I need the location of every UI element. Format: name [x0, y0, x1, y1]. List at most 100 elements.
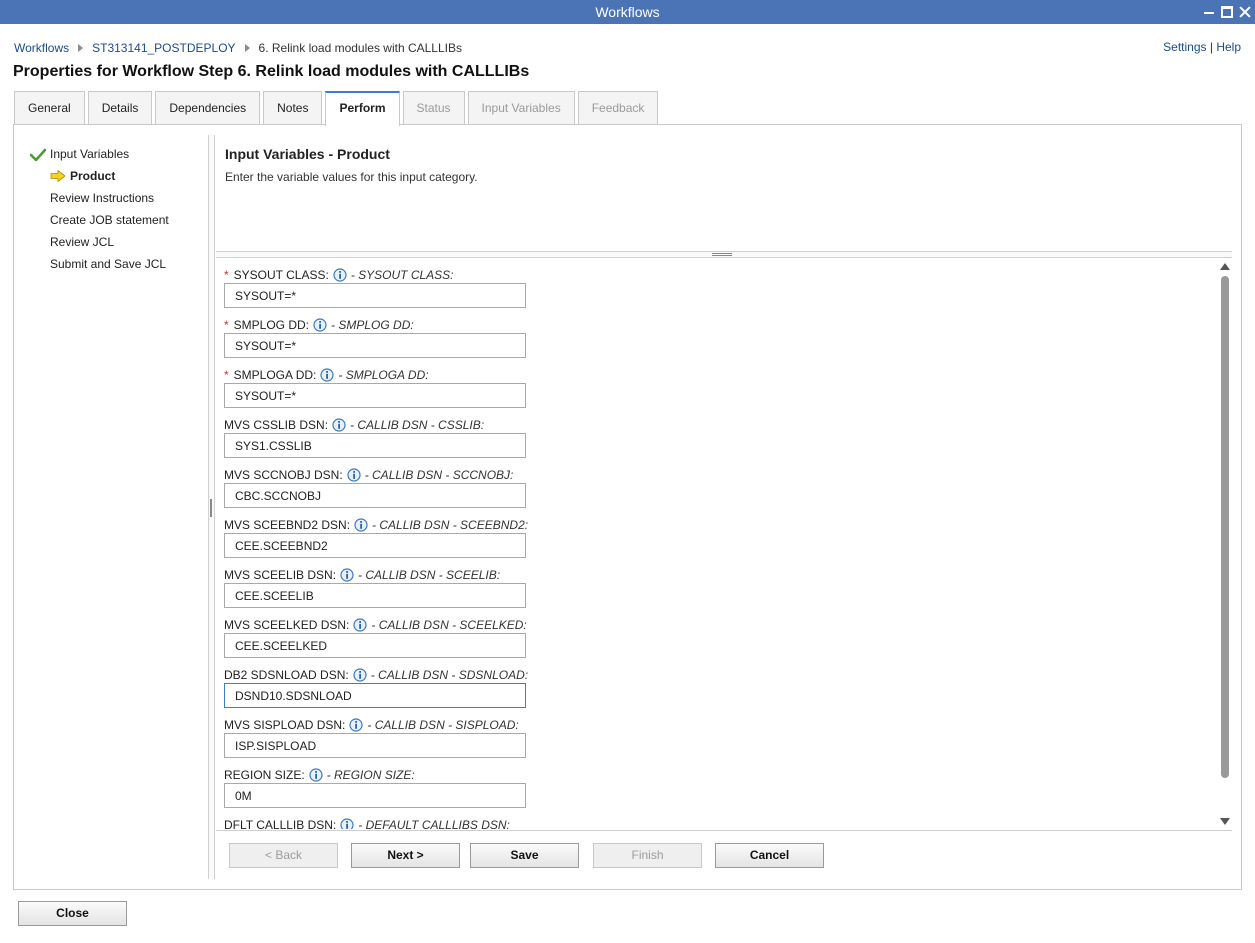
tab-details[interactable]: Details: [87, 91, 153, 125]
window-title: Workflows: [595, 4, 660, 20]
scroll-up-icon[interactable]: [1220, 263, 1230, 270]
variable-label: SMPLOGA DD:: [233, 368, 317, 382]
variable-field: DFLT CALLLIB DSN: - DEFAULT CALLLIBS DSN:: [224, 817, 526, 829]
variable-label: MVS SCEELKED DSN:: [224, 618, 350, 632]
tab-status: Status: [402, 91, 465, 125]
tab-perform[interactable]: Perform: [325, 91, 400, 126]
nav-item-review-instructions[interactable]: Review Instructions: [30, 189, 210, 211]
finish-button: Finish: [593, 843, 702, 868]
breadcrumb-workflows[interactable]: Workflows: [14, 41, 69, 55]
variable-description: - CALLIB DSN - SCEELIB:: [358, 568, 501, 582]
variable-label-row: * SYSOUT CLASS: - SYSOUT CLASS:: [224, 267, 526, 283]
variable-input[interactable]: [224, 333, 526, 358]
vertical-splitter[interactable]: [208, 135, 215, 879]
horizontal-splitter[interactable]: [216, 251, 1232, 258]
info-icon[interactable]: [320, 368, 334, 382]
minimize-icon[interactable]: [1203, 6, 1215, 18]
variable-description: - CALLIB DSN - SCCNOBJ:: [364, 468, 514, 482]
required-marker: *: [224, 318, 229, 332]
next-button[interactable]: Next >: [351, 843, 460, 868]
variable-description: - CALLIB DSN - SISPLOAD:: [367, 718, 519, 732]
splitter-grip-icon: [712, 253, 732, 256]
variable-input[interactable]: [224, 433, 526, 458]
info-icon[interactable]: [353, 618, 367, 632]
info-icon[interactable]: [340, 568, 354, 582]
cancel-button[interactable]: Cancel: [715, 843, 824, 868]
nav-item-label: Submit and Save JCL: [50, 257, 167, 271]
check-icon: [30, 148, 46, 162]
variable-field: MVS SCCNOBJ DSN: - CALLIB DSN - SCCNOBJ:: [224, 467, 526, 508]
info-icon[interactable]: [347, 468, 361, 482]
variable-input[interactable]: [224, 533, 526, 558]
tab-general[interactable]: General: [14, 91, 85, 125]
variable-label-row: MVS SCEELIB DSN: - CALLIB DSN - SCEELIB:: [224, 567, 526, 583]
info-icon[interactable]: [349, 718, 363, 732]
close-button[interactable]: Close: [18, 901, 127, 926]
variable-label-row: REGION SIZE: - REGION SIZE:: [224, 767, 526, 783]
step-navigation: Input Variables Product Review Instructi…: [30, 145, 210, 277]
variable-field: MVS SISPLOAD DSN: - CALLIB DSN - SISPLOAD…: [224, 717, 526, 758]
scroll-thumb[interactable]: [1221, 276, 1229, 778]
variable-input[interactable]: [224, 283, 526, 308]
tab-notes[interactable]: Notes: [263, 91, 323, 125]
info-icon[interactable]: [340, 818, 354, 829]
variable-label-row: MVS SISPLOAD DSN: - CALLIB DSN - SISPLOAD…: [224, 717, 526, 733]
nav-item-create-job-statement[interactable]: Create JOB statement: [30, 211, 210, 233]
required-marker: *: [224, 268, 229, 282]
scroll-down-icon[interactable]: [1220, 818, 1230, 825]
variable-input[interactable]: [224, 683, 526, 708]
splitter-grip-icon: [210, 499, 212, 517]
help-link[interactable]: Help: [1216, 40, 1241, 54]
nav-item-label: Review Instructions: [50, 191, 155, 205]
nav-item-input-variables[interactable]: Input Variables: [30, 145, 210, 167]
variable-description: - SYSOUT CLASS:: [350, 268, 454, 282]
required-marker: *: [224, 368, 229, 382]
window-controls: [1203, 0, 1251, 24]
breadcrumb-current-step: 6. Relink load modules with CALLLIBs: [258, 41, 462, 55]
nav-item-label: Input Variables: [50, 147, 130, 161]
variable-label: SYSOUT CLASS:: [233, 268, 329, 282]
variable-input[interactable]: [224, 383, 526, 408]
variable-description: - SMPLOGA DD:: [338, 368, 429, 382]
variable-field: * SYSOUT CLASS: - SYSOUT CLASS:: [224, 267, 526, 308]
variable-input[interactable]: [224, 583, 526, 608]
maximize-icon[interactable]: [1221, 6, 1233, 18]
content-header: Input Variables - Product Enter the vari…: [225, 146, 478, 184]
nav-item-submit-save-jcl[interactable]: Submit and Save JCL: [30, 255, 210, 277]
close-icon[interactable]: [1239, 6, 1251, 18]
info-icon[interactable]: [353, 668, 367, 682]
arrow-right-icon: [50, 170, 66, 182]
info-icon[interactable]: [309, 768, 323, 782]
variable-input[interactable]: [224, 783, 526, 808]
window-titlebar: Workflows: [0, 0, 1255, 24]
variable-label-row: MVS SCEELKED DSN: - CALLIB DSN - SCEELKED…: [224, 617, 527, 633]
save-button[interactable]: Save: [470, 843, 579, 868]
nav-item-review-jcl[interactable]: Review JCL: [30, 233, 210, 255]
variable-description: - CALLIB DSN - CSSLIB:: [350, 418, 485, 432]
content-title: Input Variables - Product: [225, 146, 390, 162]
variable-input[interactable]: [224, 633, 526, 658]
nav-item-product[interactable]: Product: [30, 167, 210, 189]
info-icon[interactable]: [333, 268, 347, 282]
info-icon[interactable]: [354, 518, 368, 532]
variable-label: MVS SCEELIB DSN:: [224, 568, 337, 582]
form-scrollbar[interactable]: [1218, 260, 1232, 828]
variable-field: MVS SCEEBND2 DSN: - CALLIB DSN - SCEEBND2…: [224, 517, 528, 558]
info-icon[interactable]: [313, 318, 327, 332]
variable-input[interactable]: [224, 483, 526, 508]
info-icon[interactable]: [332, 418, 346, 432]
variable-label-row: * SMPLOGA DD: - SMPLOGA DD:: [224, 367, 526, 383]
variable-label: REGION SIZE:: [224, 768, 305, 782]
variable-input[interactable]: [224, 733, 526, 758]
breadcrumb-separator-icon: [78, 44, 84, 52]
settings-link[interactable]: Settings: [1163, 40, 1206, 54]
variable-label: DB2 SDSNLOAD DSN:: [224, 668, 349, 682]
tab-feedback: Feedback: [577, 91, 659, 125]
variable-description: - DEFAULT CALLLIBS DSN:: [358, 818, 510, 829]
nav-item-label: Create JOB statement: [50, 213, 169, 227]
tab-dependencies[interactable]: Dependencies: [155, 91, 261, 125]
content-description: Enter the variable values for this input…: [225, 170, 478, 184]
variable-field: MVS SCEELIB DSN: - CALLIB DSN - SCEELIB:: [224, 567, 526, 608]
breadcrumb-workflow-instance[interactable]: ST313141_POSTDEPLOY: [92, 41, 235, 55]
variable-description: - SMPLOG DD:: [331, 318, 414, 332]
